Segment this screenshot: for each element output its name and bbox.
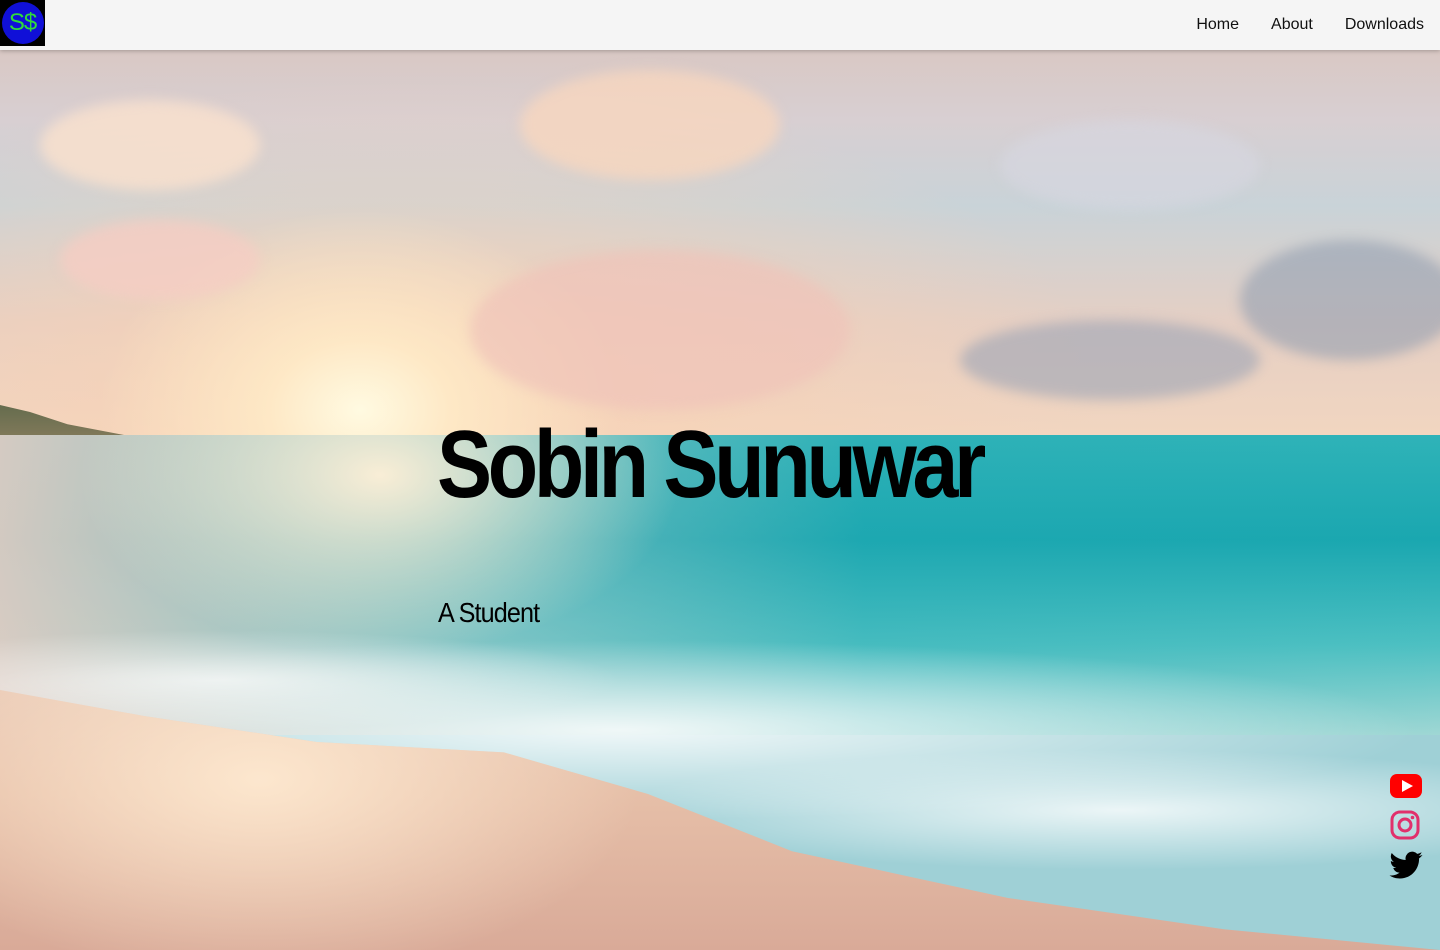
logo-text: S$ [1, 2, 44, 44]
social-links [1388, 768, 1424, 888]
nav-link-downloads[interactable]: Downloads [1345, 16, 1424, 34]
hero-name: Sobin Sunuwar [437, 411, 986, 518]
cloud [520, 70, 780, 180]
cloud [40, 100, 260, 190]
instagram-link[interactable] [1388, 808, 1424, 844]
instagram-icon [1390, 810, 1420, 840]
nav-link-about[interactable]: About [1271, 16, 1313, 34]
cloud [470, 250, 850, 410]
top-navigation-bar: S$ Home About Downloads [0, 0, 1440, 50]
nav-link-home[interactable]: Home [1196, 16, 1239, 34]
twitter-link[interactable] [1388, 848, 1424, 884]
cloud [60, 220, 260, 300]
main-nav: Home About Downloads [1164, 16, 1440, 34]
site-logo[interactable]: S$ [0, 0, 45, 46]
twitter-icon [1389, 851, 1423, 879]
cloud [1000, 120, 1260, 210]
youtube-icon [1390, 774, 1422, 798]
hero-subtitle: A Student [438, 597, 540, 628]
youtube-link[interactable] [1388, 768, 1424, 804]
cloud [960, 320, 1260, 400]
